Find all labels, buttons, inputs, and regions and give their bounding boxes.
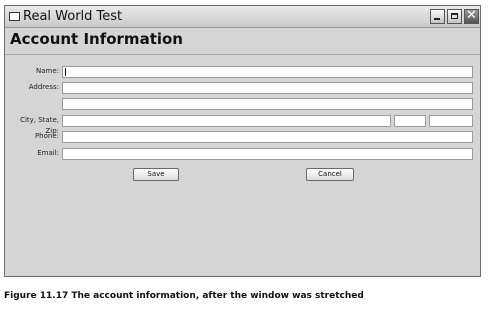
window-icon[interactable] [9,12,20,21]
email-input[interactable] [62,148,473,160]
maximize-icon [451,13,458,19]
phone-input[interactable] [62,131,473,143]
zip-input[interactable] [429,115,473,127]
minimize-button[interactable] [430,9,445,24]
city-input[interactable] [62,115,391,127]
email-label: Email: [37,149,59,157]
figure-caption: Figure 11.17 The account information, af… [4,291,364,301]
close-button[interactable]: ✕ [464,8,479,24]
name-input[interactable] [62,66,473,78]
minimize-icon [434,18,440,20]
window-title: Real World Test [23,9,123,24]
title-bar[interactable]: Real World Test ✕ [5,6,480,28]
heading-band: Account Information [5,28,480,55]
phone-label: Phone: [34,132,59,140]
address-line1-input[interactable] [62,82,473,94]
close-icon: ✕ [466,8,477,23]
address-label: Address: [28,83,59,91]
cancel-button[interactable]: Cancel [306,168,354,181]
page-title: Account Information [10,30,183,48]
app-window: Real World Test ✕ Account Information Na… [4,5,481,277]
page: Real World Test ✕ Account Information Na… [0,0,489,312]
save-button[interactable]: Save [133,168,179,181]
address-line2-input[interactable] [62,98,473,110]
maximize-button[interactable] [447,9,462,24]
state-input[interactable] [394,115,426,127]
name-label: Name: [35,67,59,75]
text-caret [65,68,66,76]
